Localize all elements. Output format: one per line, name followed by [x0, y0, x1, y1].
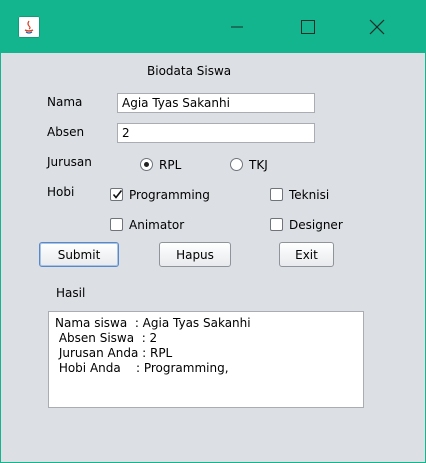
maximize-icon: [301, 20, 315, 34]
checkbox-designer[interactable]: [270, 218, 283, 231]
java-app-icon: [18, 16, 40, 38]
app-window: Biodata Siswa Nama Absen Jurusan RPL TKJ…: [0, 0, 426, 463]
radio-tkj[interactable]: [230, 158, 243, 171]
absen-input[interactable]: [117, 123, 315, 143]
checkbox-animator[interactable]: [110, 218, 123, 231]
exit-button[interactable]: Exit: [279, 242, 334, 267]
output-line-jurusan: Jurusan Anda : RPL: [55, 346, 173, 360]
radio-rpl[interactable]: [140, 158, 153, 171]
nama-label: Nama: [47, 95, 83, 109]
close-button[interactable]: [354, 1, 400, 53]
absen-label: Absen: [47, 125, 85, 139]
maximize-button[interactable]: [285, 1, 331, 53]
output-line-nama: Nama siswa : Agia Tyas Sakanhi: [55, 316, 251, 330]
checkbox-programming[interactable]: [110, 188, 123, 201]
radio-rpl-label: RPL: [159, 158, 182, 172]
hobi-label: Hobi: [47, 185, 75, 199]
form-title: Biodata Siswa: [147, 64, 232, 78]
submit-button[interactable]: Submit: [39, 242, 119, 267]
checkbox-teknisi[interactable]: [270, 188, 283, 201]
output-line-absen: Absen Siswa : 2: [55, 331, 158, 345]
hasil-output-area[interactable]: Nama siswa : Agia Tyas Sakanhi Absen Sis…: [48, 311, 364, 408]
checkbox-animator-label: Animator: [129, 218, 185, 232]
hapus-button[interactable]: Hapus: [159, 242, 231, 267]
checkmark-icon: [112, 190, 123, 199]
close-icon: [369, 19, 385, 35]
title-bar[interactable]: [1, 1, 425, 53]
checkbox-teknisi-label: Teknisi: [289, 188, 330, 202]
radio-tkj-label: TKJ: [249, 158, 268, 172]
nama-input[interactable]: [117, 93, 315, 113]
output-line-hobi: Hobi Anda : Programming,: [55, 361, 229, 375]
hasil-label: Hasil: [56, 286, 86, 300]
checkbox-designer-label: Designer: [289, 218, 343, 232]
jurusan-label: Jurusan: [47, 155, 92, 169]
minimize-button[interactable]: [214, 1, 260, 53]
checkbox-programming-label: Programming: [129, 188, 210, 202]
minimize-icon: [231, 26, 243, 28]
